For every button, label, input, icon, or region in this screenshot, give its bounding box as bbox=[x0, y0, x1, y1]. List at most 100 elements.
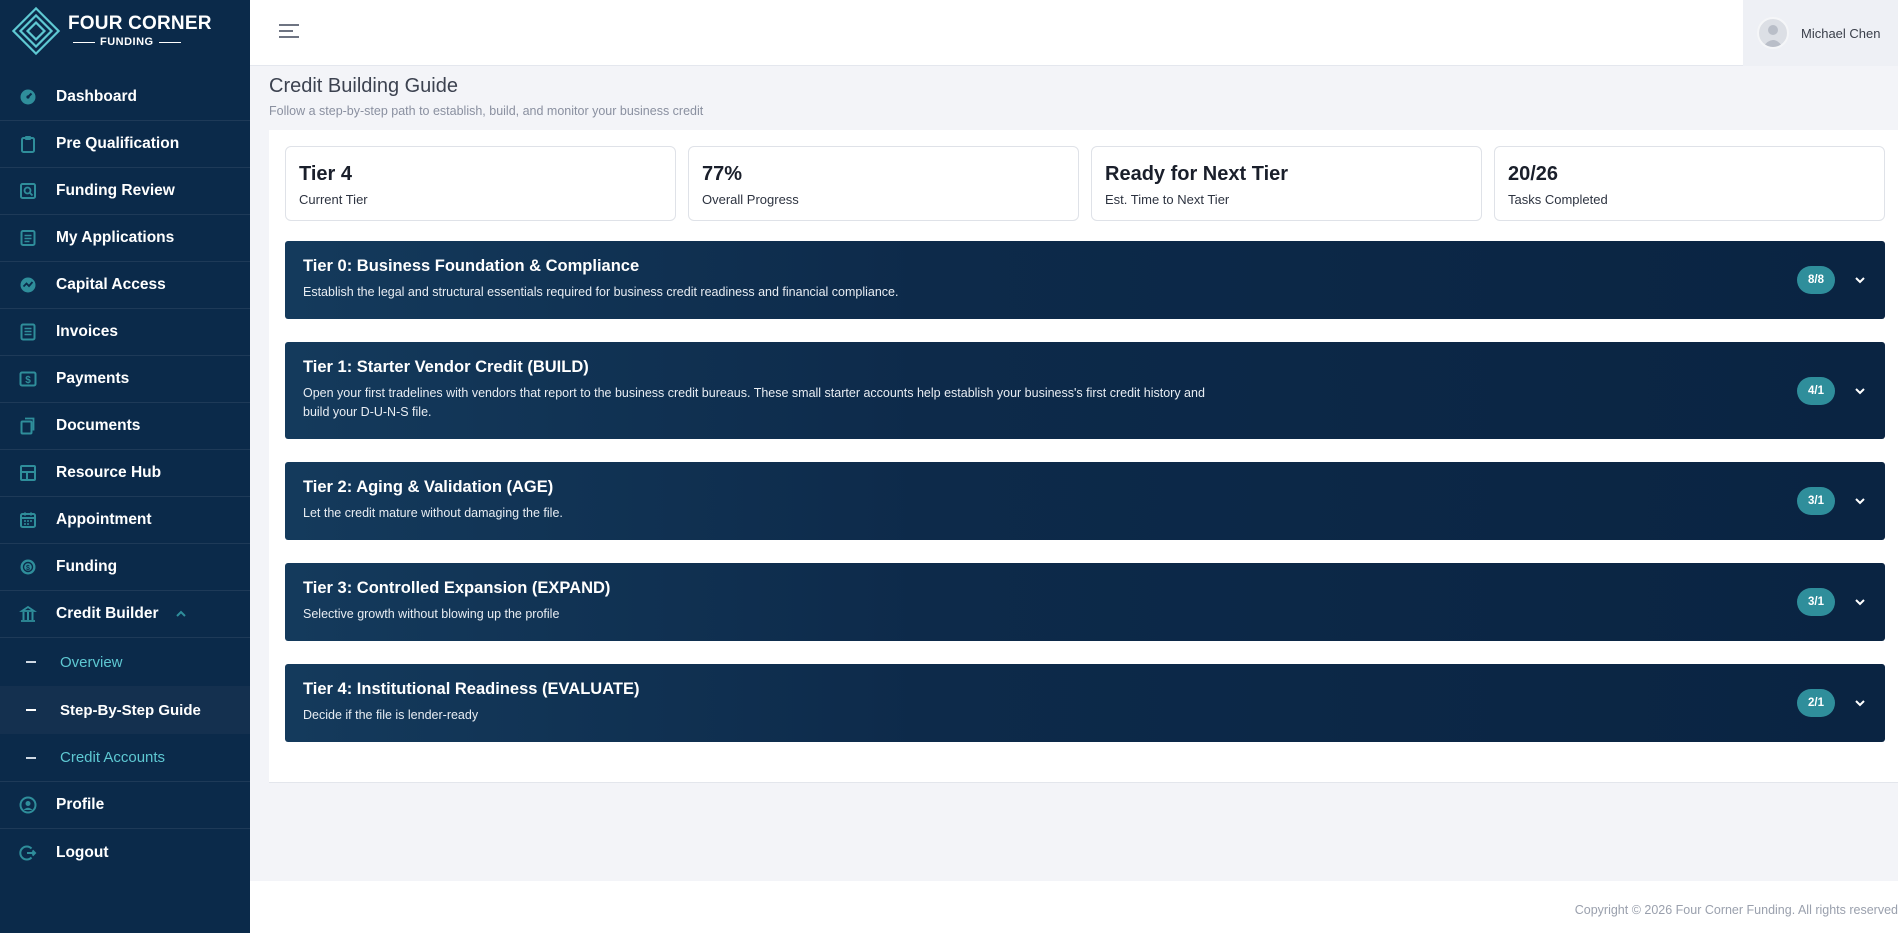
sidebar-item-logout[interactable]: Logout bbox=[0, 829, 250, 876]
sidebar-item-appointment[interactable]: Appointment bbox=[0, 497, 250, 544]
stat-value: 20/26 bbox=[1508, 163, 1559, 185]
topbar: Michael Chen bbox=[250, 0, 1898, 66]
stat-overall-progress: 77% Overall Progress bbox=[688, 146, 1079, 221]
dash-icon bbox=[26, 756, 36, 759]
tier-progress-badge: 2/1 bbox=[1797, 689, 1835, 717]
chevron-up-icon bbox=[176, 610, 187, 617]
logout-icon bbox=[18, 843, 38, 863]
tier-accordion: Tier 0: Business Foundation & Compliance… bbox=[285, 241, 1885, 765]
stat-value: Ready for Next Tier bbox=[1105, 163, 1289, 185]
sidebar-item-pre-qualification[interactable]: Pre Qualification bbox=[0, 121, 250, 168]
user-silhouette-icon bbox=[1763, 25, 1783, 47]
sidebar-subitem-credit-accounts[interactable]: Credit Accounts bbox=[0, 734, 250, 782]
tier-panel-3[interactable]: Tier 3: Controlled Expansion (EXPAND) Se… bbox=[285, 563, 1885, 641]
brand-subname: FUNDING bbox=[100, 36, 154, 48]
dash-icon bbox=[26, 709, 36, 711]
tier-description: Establish the legal and structural essen… bbox=[303, 285, 899, 299]
sidebar-item-dashboard[interactable]: Dashboard bbox=[0, 74, 250, 121]
bank-icon bbox=[18, 604, 38, 624]
tier-description: Let the credit mature without damaging t… bbox=[303, 506, 563, 520]
invoice-icon bbox=[18, 322, 38, 342]
sidebar-item-label: Dashboard bbox=[56, 88, 137, 105]
footer: Copyright © 2026 Four Corner Funding. Al… bbox=[250, 881, 1898, 933]
sidebar-item-label: Logout bbox=[56, 843, 109, 861]
stat-label: Overall Progress bbox=[702, 192, 799, 207]
tier-panel-1[interactable]: Tier 1: Starter Vendor Credit (BUILD) Op… bbox=[285, 342, 1885, 439]
chevron-down-icon[interactable] bbox=[1853, 273, 1867, 287]
sidebar-subitem-label: Overview bbox=[60, 653, 123, 671]
sidebar-item-label: My Applications bbox=[56, 229, 175, 246]
tier-title: Tier 0: Business Foundation & Compliance bbox=[303, 257, 640, 275]
sidebar-item-resource-hub[interactable]: Resource Hub bbox=[0, 450, 250, 497]
chevron-down-icon[interactable] bbox=[1853, 384, 1867, 398]
dash-icon bbox=[26, 661, 36, 663]
stat-time-to-next-tier: Ready for Next Tier Est. Time to Next Ti… bbox=[1091, 146, 1482, 221]
sidebar-item-invoices[interactable]: Invoices bbox=[0, 309, 250, 356]
avatar bbox=[1757, 17, 1789, 49]
tier-description: Open your first tradelines with vendors … bbox=[303, 386, 1205, 419]
clipboard-icon bbox=[18, 134, 38, 154]
sidebar-subitem-overview[interactable]: Overview bbox=[0, 638, 250, 686]
tier-title: Tier 1: Starter Vendor Credit (BUILD) bbox=[303, 358, 589, 376]
sidebar-item-label: Capital Access bbox=[56, 276, 166, 293]
tier-progress-badge: 3/1 bbox=[1797, 588, 1835, 616]
menu-toggle-icon[interactable] bbox=[278, 22, 300, 40]
grid-icon bbox=[18, 463, 38, 483]
tier-panel-0[interactable]: Tier 0: Business Foundation & Compliance… bbox=[285, 241, 1885, 319]
sidebar-item-payments[interactable]: $ Payments bbox=[0, 356, 250, 403]
coin-icon: $ bbox=[18, 557, 38, 577]
sidebar-subitem-label: Step-By-Step Guide bbox=[60, 701, 201, 719]
brand-name: FOUR CORNER bbox=[68, 13, 212, 34]
sidebar: FOUR CORNER FUNDING Dashboard Pre Qualif… bbox=[0, 0, 250, 933]
user-menu[interactable]: Michael Chen bbox=[1743, 0, 1898, 66]
sidebar-item-funding[interactable]: $ Funding bbox=[0, 544, 250, 591]
chevron-down-icon[interactable] bbox=[1853, 696, 1867, 710]
sidebar-item-my-applications[interactable]: My Applications bbox=[0, 215, 250, 262]
sidebar-item-profile[interactable]: Profile bbox=[0, 782, 250, 829]
logo-diamond-icon bbox=[11, 6, 61, 56]
stat-value: Tier 4 bbox=[299, 163, 352, 185]
sidebar-item-label: Pre Qualification bbox=[56, 135, 180, 152]
stats-row: Tier 4 Current Tier 77% Overall Progress… bbox=[285, 146, 1885, 221]
copyright-text: Copyright © 2026 Four Corner Funding. Al… bbox=[1574, 903, 1898, 917]
sidebar-item-label: Documents bbox=[56, 417, 141, 434]
user-circle-icon bbox=[18, 795, 38, 815]
dollar-icon: $ bbox=[18, 369, 38, 389]
chevron-down-icon[interactable] bbox=[1853, 494, 1867, 508]
svg-text:$: $ bbox=[25, 375, 31, 386]
sidebar-subitem-step-by-step-guide[interactable]: Step-By-Step Guide bbox=[0, 686, 250, 734]
tier-description: Decide if the file is lender-ready bbox=[303, 708, 479, 722]
page-subtitle: Follow a step-by-step path to establish,… bbox=[269, 104, 704, 118]
tier-panel-2[interactable]: Tier 2: Aging & Validation (AGE) Let the… bbox=[285, 462, 1885, 540]
stat-tasks-completed: 20/26 Tasks Completed bbox=[1494, 146, 1885, 221]
sidebar-item-capital-access[interactable]: Capital Access bbox=[0, 262, 250, 309]
list-document-icon bbox=[18, 228, 38, 248]
documents-icon bbox=[18, 416, 38, 436]
sidebar-nav: Dashboard Pre Qualification Funding Revi… bbox=[0, 74, 250, 876]
tier-title: Tier 3: Controlled Expansion (EXPAND) bbox=[303, 579, 611, 597]
sidebar-item-credit-builder[interactable]: Credit Builder bbox=[0, 591, 250, 638]
tier-progress-badge: 3/1 bbox=[1797, 487, 1835, 515]
tier-title: Tier 2: Aging & Validation (AGE) bbox=[303, 478, 554, 496]
user-name: Michael Chen bbox=[1801, 25, 1881, 41]
page-title: Credit Building Guide bbox=[269, 75, 458, 97]
brand-logo[interactable]: FOUR CORNER FUNDING bbox=[0, 0, 250, 62]
sidebar-subitem-label: Credit Accounts bbox=[60, 749, 166, 766]
search-document-icon bbox=[18, 181, 38, 201]
chevron-down-icon[interactable] bbox=[1853, 595, 1867, 609]
gauge-icon bbox=[18, 87, 38, 107]
guide-card: Tier 4 Current Tier 77% Overall Progress… bbox=[269, 130, 1898, 783]
tier-title: Tier 4: Institutional Readiness (EVALUAT… bbox=[303, 680, 640, 698]
sidebar-item-label: Appointment bbox=[56, 511, 152, 528]
sidebar-item-label: Funding bbox=[56, 558, 118, 575]
sidebar-item-label: Profile bbox=[56, 796, 105, 813]
stat-label: Current Tier bbox=[299, 192, 368, 207]
stat-current-tier: Tier 4 Current Tier bbox=[285, 146, 676, 221]
sidebar-item-label: Payments bbox=[56, 370, 130, 387]
sidebar-item-funding-review[interactable]: Funding Review bbox=[0, 168, 250, 215]
sidebar-item-label: Credit Builder bbox=[56, 605, 159, 622]
sidebar-item-documents[interactable]: Documents bbox=[0, 403, 250, 450]
tier-panel-4[interactable]: Tier 4: Institutional Readiness (EVALUAT… bbox=[285, 664, 1885, 742]
tier-description: Selective growth without blowing up the … bbox=[303, 607, 560, 621]
stat-label: Tasks Completed bbox=[1508, 192, 1608, 207]
